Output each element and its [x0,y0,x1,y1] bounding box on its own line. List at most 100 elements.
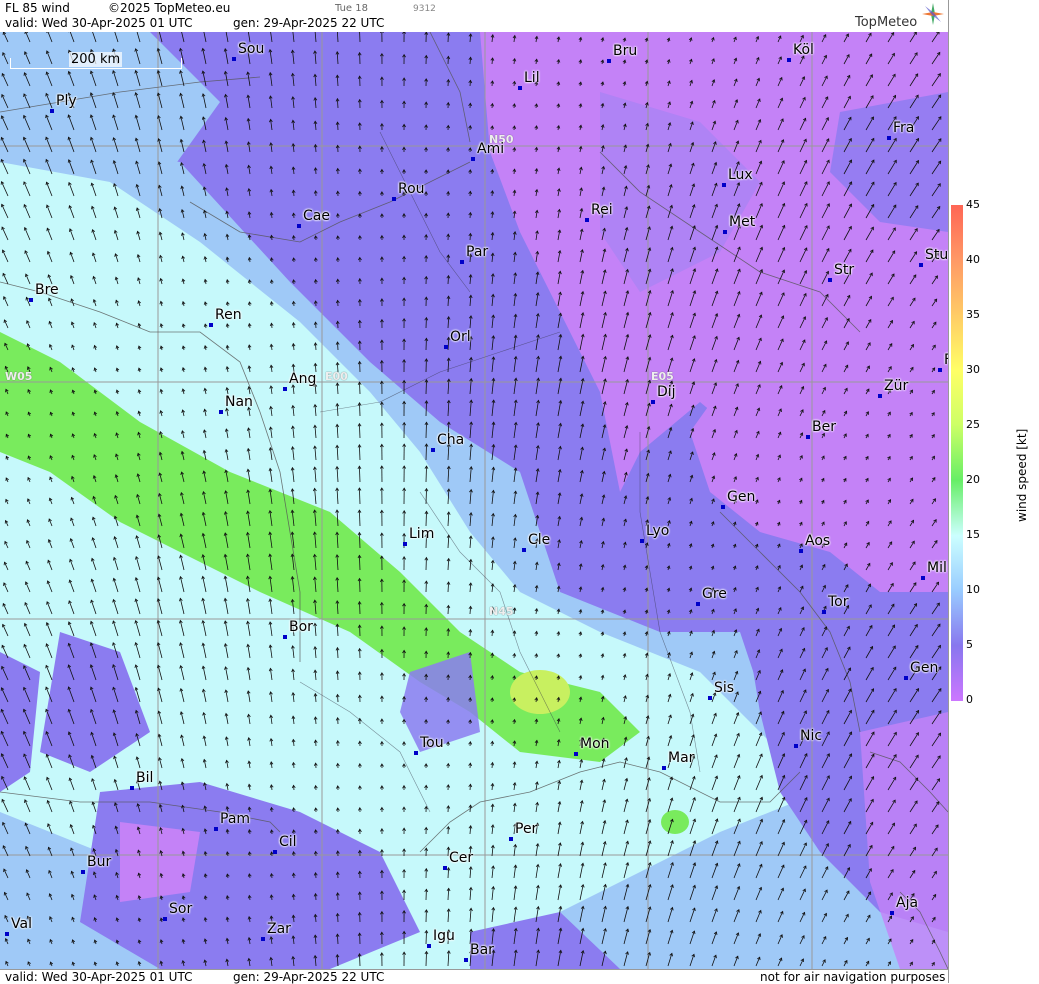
city-dot [232,57,236,61]
legend-tick-label: 45 [966,198,980,211]
city-label: Tor [828,594,849,610]
city-label: Rou [398,181,425,197]
city-label: Ply [56,93,77,109]
city-label: Sor [169,901,192,917]
city-dot [444,345,448,349]
city-label: Sou [238,41,264,57]
city-dot [919,263,923,267]
city-dot [273,850,277,854]
city-dot [460,260,464,264]
legend-color-segment [951,425,963,481]
code-label: 9312 [413,4,436,14]
legend-tick-label: 40 [966,253,980,266]
city-label: Lyo [646,523,669,539]
city-dot [828,278,832,282]
city-dot [640,539,644,543]
city-label: Mon [580,736,610,752]
disclaimer: not for air navigation purposes [760,970,945,984]
city-dot [464,958,468,962]
city-label: Dij [657,384,676,400]
footer-bar: valid: Wed 30-Apr-2025 01 UTC gen: 29-Ap… [0,969,948,984]
city-dot [696,602,700,606]
city-dot [509,837,513,841]
city-label: Bil [136,770,153,786]
city-dot [209,323,213,327]
legend-tick-label: 0 [966,693,973,706]
city-dot [721,505,725,509]
grid-label-e00: E00 [325,370,348,383]
city-label: Tou [420,735,444,751]
city-label: Lim [409,526,434,542]
city-dot [163,917,167,921]
city-dot [283,387,287,391]
city-label: Bre [35,282,59,298]
city-label: Bar [470,942,494,958]
city-label: Pam [220,811,250,827]
city-label: Mil [927,560,947,576]
city-label: Ber [812,419,836,435]
city-dot [518,86,522,90]
city-dot [219,410,223,414]
city-label: Aja [896,895,918,911]
grid-label-n45: N45 [489,605,514,618]
legend-tick-label: 25 [966,418,980,431]
city-label: Zar [267,921,291,937]
city-label: Igu [433,928,455,944]
city-dot [921,576,925,580]
city-label: Per [515,821,537,837]
city-label: Gen [727,489,755,505]
city-dot [522,548,526,552]
product-title: FL 85 wind [5,1,70,15]
legend-color-segment [951,645,963,701]
city-dot [431,448,435,452]
wind-map[interactable]: N50 W05 E00 E05 N45 200 km SouBruKölLilP… [0,32,948,969]
city-label: Cle [528,532,550,548]
city-label: Gen [910,660,938,676]
legend-tick-label: 35 [966,308,980,321]
city-label: Ami [477,141,504,157]
city-dot [443,866,447,870]
city-label: Mar [668,750,694,766]
city-dot [806,435,810,439]
city-dot [403,542,407,546]
city-dot [723,230,727,234]
city-label: Köl [793,42,814,58]
city-dot [722,183,726,187]
legend-tick-label: 20 [966,473,980,486]
copyright-text: ©2025 TopMeteo.eu [108,1,230,15]
city-dot [283,635,287,639]
city-label: Fra [893,120,914,136]
city-label: Cil [279,834,297,850]
city-label: Gre [702,586,727,602]
city-dot [585,218,589,222]
city-label: Par [466,244,488,260]
legend-color-segment [951,480,963,536]
city-dot [887,136,891,140]
city-dot [414,751,418,755]
city-label: Bur [87,854,111,870]
topmeteo-logo: TopMeteo [855,15,917,30]
legend-color-segment [951,260,963,316]
legend-color-segment [951,315,963,371]
header-bar: FL 85 wind ©2025 TopMeteo.eu Tue 18 9312… [0,0,948,33]
city-dot [29,298,33,302]
city-dot [261,937,265,941]
wind-field [0,32,948,969]
valid-time: valid: Wed 30-Apr-2025 01 UTC [5,16,192,30]
city-label: Bru [613,43,637,59]
legend-tick-label: 30 [966,363,980,376]
legend-color-segment [951,370,963,426]
city-label: Nan [225,394,253,410]
city-dot [81,870,85,874]
city-dot [799,549,803,553]
city-dot [794,744,798,748]
city-label: Ang [289,371,316,387]
compass-logo-icon [922,3,944,25]
city-dot [50,109,54,113]
city-label: Bor [289,619,313,635]
city-dot [130,786,134,790]
city-label: Str [834,262,854,278]
grid-label-w05: W05 [5,370,32,383]
legend-color-segment [951,590,963,646]
city-label: Cha [437,432,464,448]
